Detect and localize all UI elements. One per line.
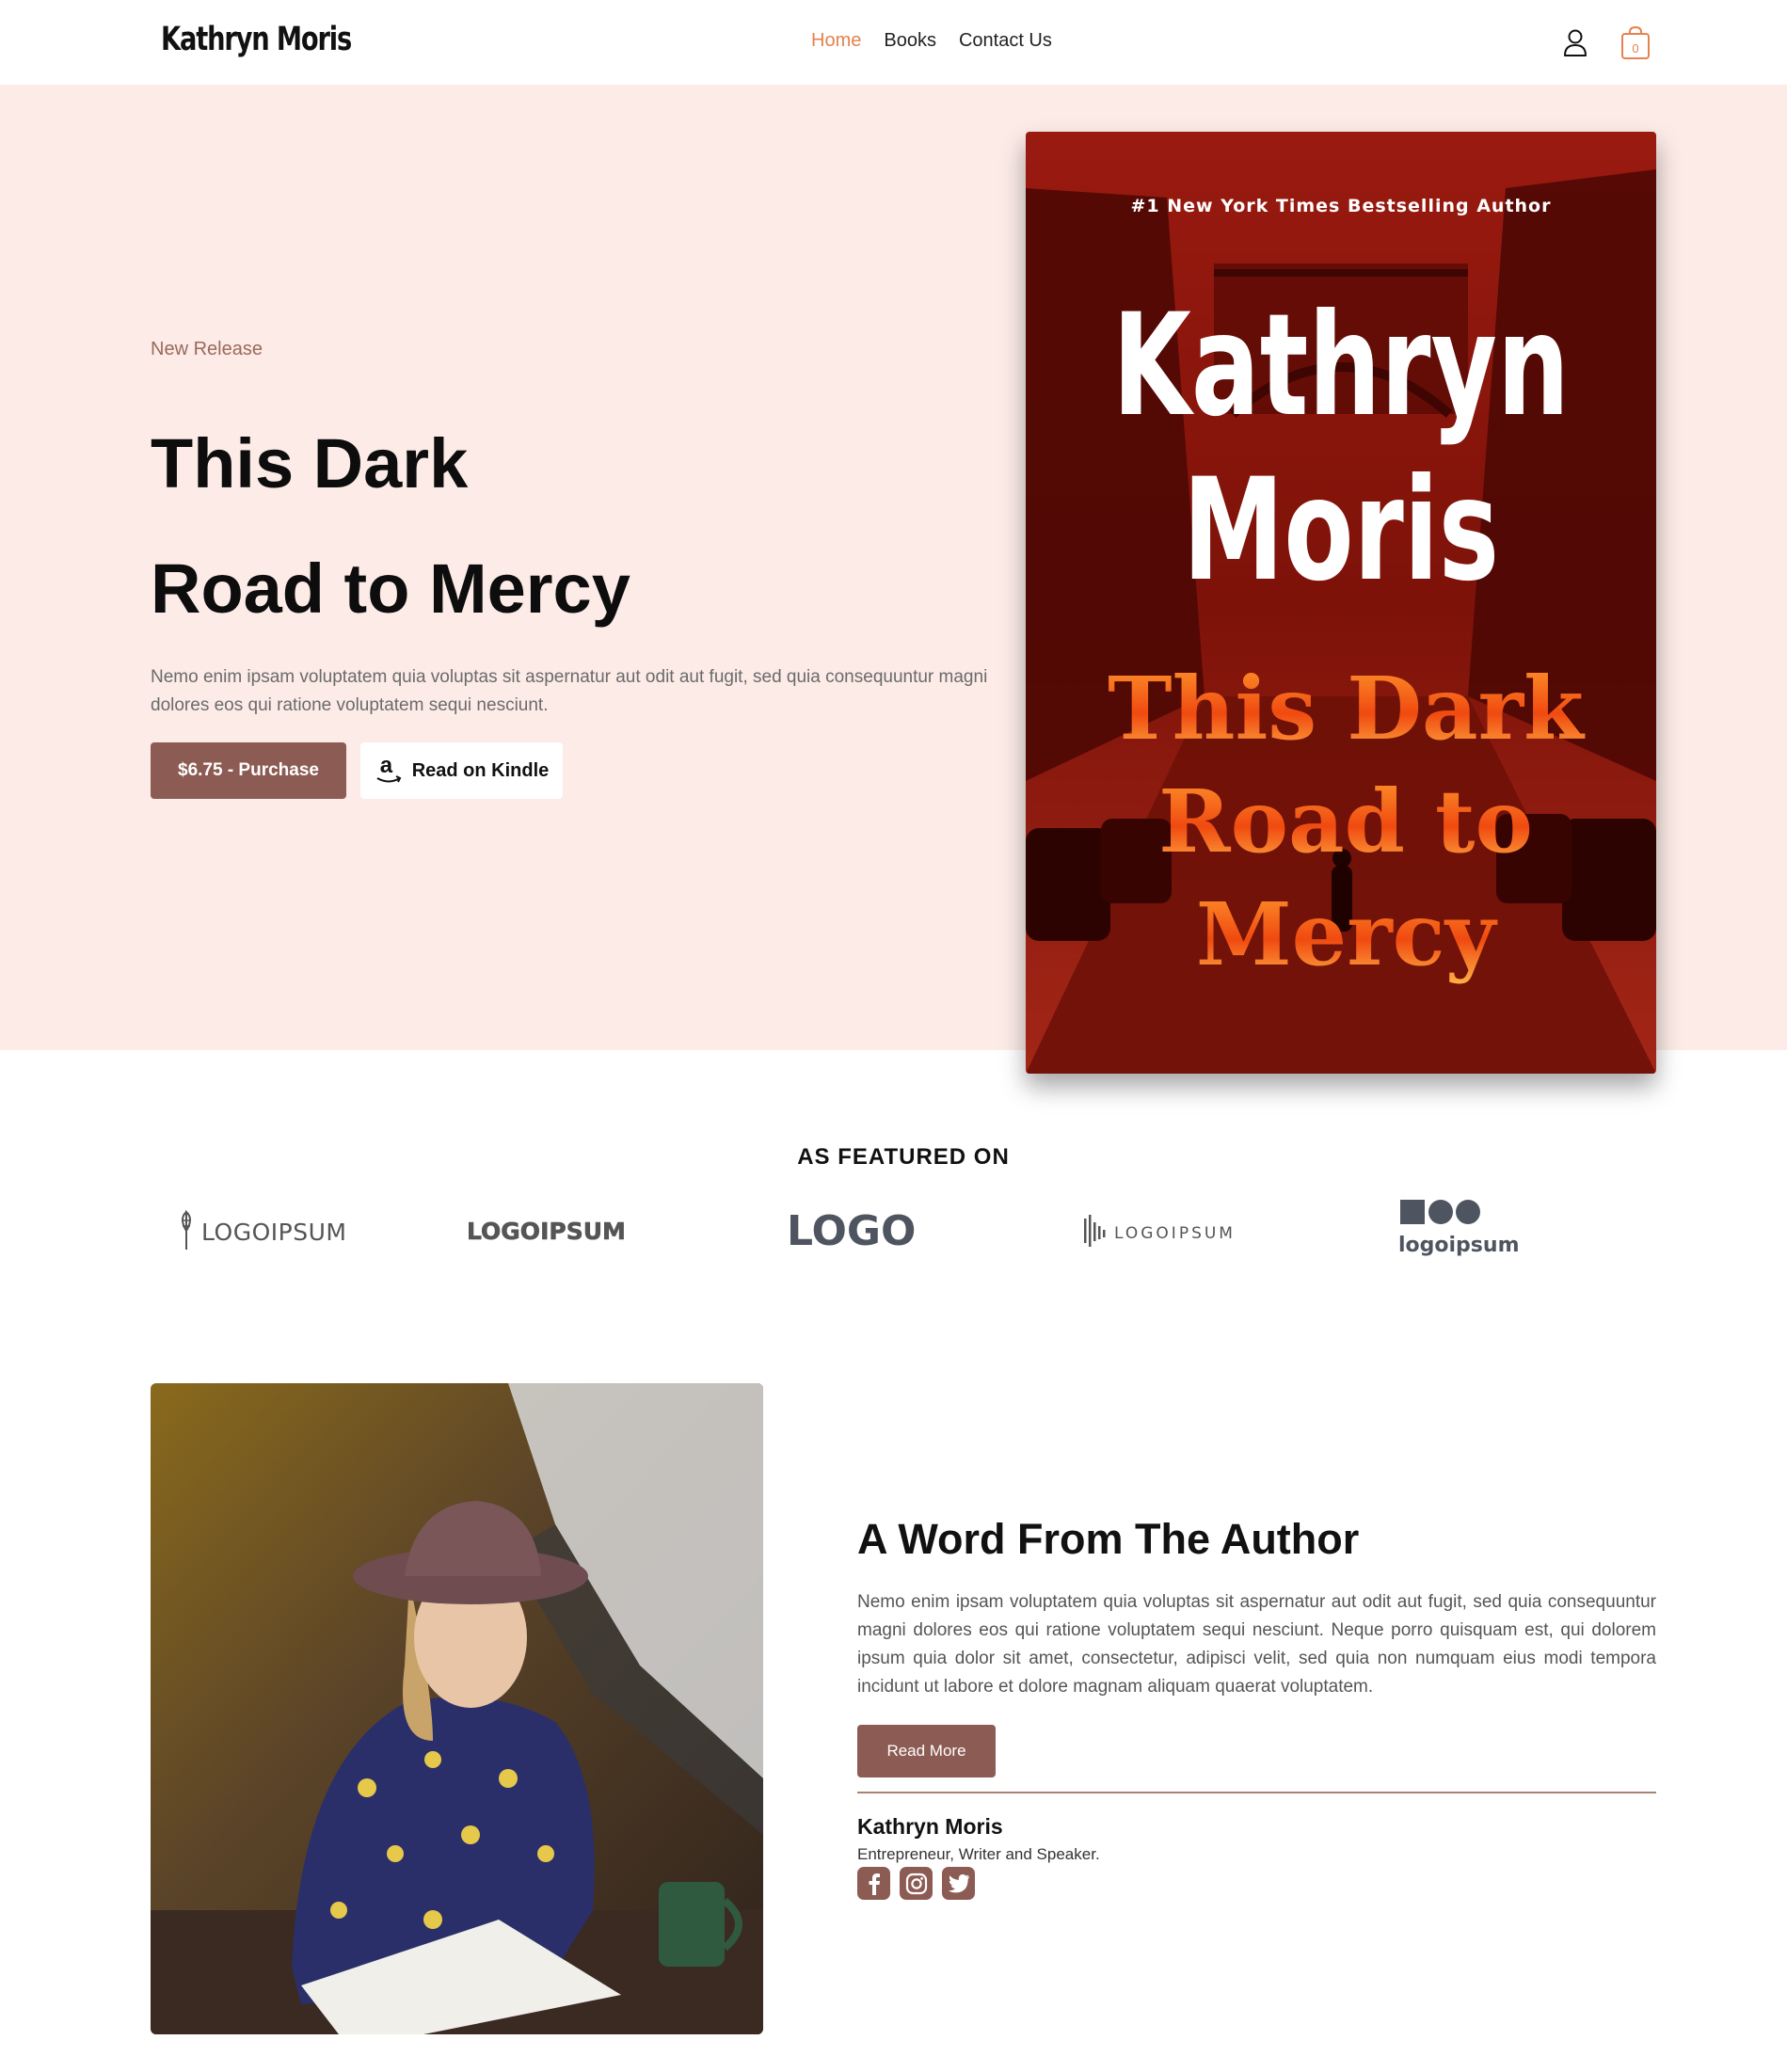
cover-title-line2: Road to bbox=[1158, 771, 1533, 872]
kindle-label: Read on Kindle bbox=[411, 759, 550, 781]
nav-contact-us[interactable]: Contact Us bbox=[959, 30, 1052, 52]
twitter-icon[interactable] bbox=[942, 1867, 975, 1900]
press-logo-1[interactable]: LOGOIPSUM bbox=[179, 1193, 348, 1268]
new-release-label: New Release bbox=[151, 339, 263, 359]
press-logo-2[interactable]: LOGOIPSUM bbox=[467, 1193, 655, 1268]
nav-books[interactable]: Books bbox=[884, 30, 936, 52]
hero-title: This Dark Road to Mercy bbox=[151, 401, 997, 651]
feather-icon: LOGOIPSUM bbox=[182, 1209, 346, 1250]
hero-title-line1: This Dark bbox=[151, 424, 469, 502]
shapes-icon: logoipsum bbox=[1398, 1200, 1520, 1257]
divider bbox=[857, 1792, 1656, 1793]
press-logo-5[interactable]: logoipsum bbox=[1398, 1193, 1530, 1268]
press-logo-4-text: LOGOIPSUM bbox=[1114, 1224, 1236, 1243]
shopping-bag-icon[interactable]: 0 bbox=[1619, 24, 1652, 60]
read-on-kindle-button[interactable]: a Read on Kindle bbox=[360, 742, 563, 799]
main-nav: Home Books Contact Us bbox=[811, 30, 1052, 52]
site-logo[interactable]: Kathryn Moris bbox=[161, 21, 352, 58]
book-cover-art: #1 New York Times Bestselling Author Kat… bbox=[1026, 132, 1656, 1074]
cover-title-line3: Mercy bbox=[1196, 884, 1498, 985]
user-icon[interactable] bbox=[1558, 24, 1592, 60]
cart-count: 0 bbox=[1632, 41, 1638, 56]
soundwave-icon: LOGOIPSUM bbox=[1084, 1215, 1236, 1247]
press-logo-3-text: LOGO bbox=[787, 1207, 916, 1254]
cover-author-first: Kathryn bbox=[1112, 283, 1570, 447]
amazon-icon: a bbox=[375, 753, 403, 787]
author-role: Entrepreneur, Writer and Speaker. bbox=[857, 1845, 1100, 1863]
author-message: Nemo enim ipsam voluptatem quia voluptas… bbox=[857, 1592, 1656, 1697]
author-photo bbox=[151, 1383, 763, 2034]
hero-description: Nemo enim ipsam voluptatem quia voluptas… bbox=[151, 667, 988, 715]
cover-title-line1: This Dark bbox=[1108, 658, 1586, 759]
cover-author-last: Moris bbox=[1183, 448, 1499, 612]
purchase-button[interactable]: $6.75 - Purchase bbox=[151, 742, 346, 799]
press-logo-3[interactable]: LOGO bbox=[787, 1193, 928, 1268]
facebook-icon[interactable] bbox=[857, 1867, 890, 1900]
site-header: Kathryn Moris Home Books Contact Us 0 bbox=[0, 0, 1787, 85]
press-logo-4[interactable]: LOGOIPSUM bbox=[1082, 1193, 1252, 1268]
hero-title-line2: Road to Mercy bbox=[151, 550, 630, 628]
cover-tagline: #1 New York Times Bestselling Author bbox=[1131, 196, 1552, 216]
nav-home[interactable]: Home bbox=[811, 30, 861, 52]
press-logo-2-text: LOGOIPSUM bbox=[467, 1218, 626, 1245]
featured-heading: AS FEATURED ON bbox=[797, 1144, 1010, 1170]
press-logo-1-text: LOGOIPSUM bbox=[201, 1219, 346, 1246]
read-more-button[interactable]: Read More bbox=[857, 1725, 996, 1777]
instagram-icon[interactable] bbox=[900, 1867, 933, 1900]
author-name: Kathryn Moris bbox=[857, 1814, 1003, 1839]
author-section-title: A Word From The Author bbox=[857, 1515, 1360, 1563]
press-logo-5-text: logoipsum bbox=[1398, 1234, 1520, 1257]
book-cover[interactable]: #1 New York Times Bestselling Author Kat… bbox=[1026, 132, 1656, 1074]
